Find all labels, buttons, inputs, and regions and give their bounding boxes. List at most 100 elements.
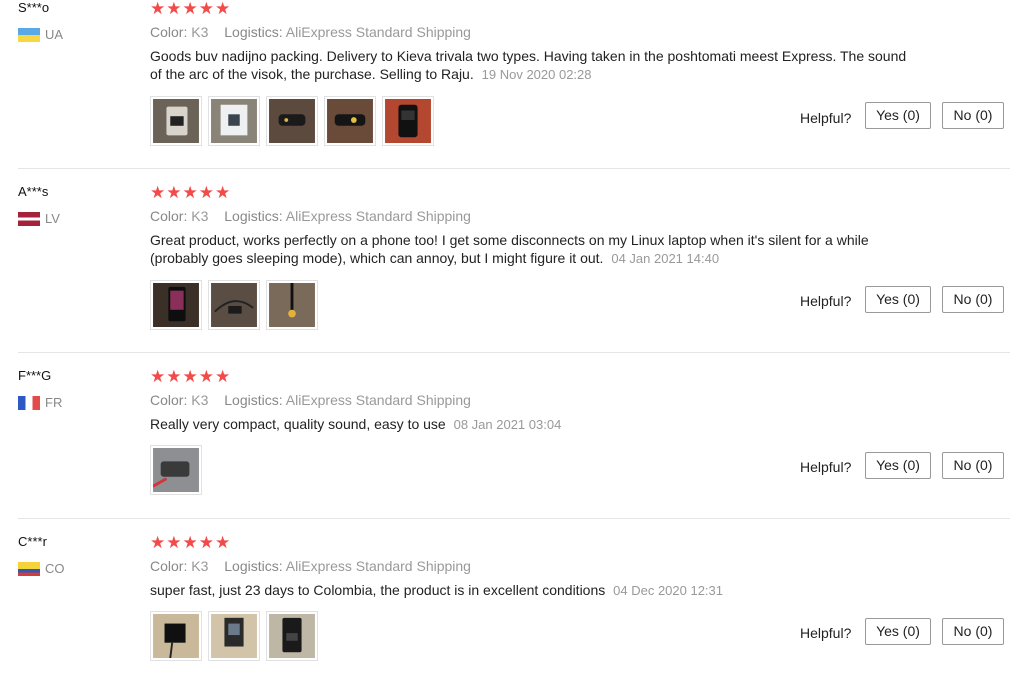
star-icon: ★ [198, 367, 214, 386]
flag-icon [18, 561, 40, 576]
color-value: K3 [191, 392, 209, 408]
review-photos [150, 280, 318, 330]
star-icon: ★ [166, 183, 182, 202]
star-icon: ★ [182, 533, 198, 552]
star-rating: ★ ★ ★ ★ ★ [150, 534, 910, 552]
star-icon: ★ [150, 367, 166, 386]
logistics-key: Logistics: [224, 208, 283, 224]
star-icon: ★ [166, 367, 182, 386]
reviewer-name: S***o [18, 0, 50, 15]
review-item: C***r CO ★ ★ ★ ★ ★ Color: K3 Logistics: … [0, 534, 1017, 675]
logistics-value: AliExpress Standard Shipping [285, 208, 471, 224]
review-body: Great product, works perfectly on a phon… [150, 232, 869, 266]
review-photo[interactable] [208, 96, 260, 146]
star-rating: ★ ★ ★ ★ ★ [150, 184, 910, 202]
color-key: Color: [150, 24, 188, 40]
review-text: super fast, just 23 days to Colombia, th… [150, 581, 910, 600]
helpful-no-button[interactable]: No (0) [942, 618, 1004, 645]
star-icon: ★ [182, 0, 198, 18]
review-photo[interactable] [150, 445, 202, 495]
star-rating: ★ ★ ★ ★ ★ [150, 368, 910, 386]
star-icon: ★ [150, 0, 166, 18]
star-icon: ★ [182, 367, 198, 386]
helpful-label: Helpful? [800, 459, 852, 475]
logistics-value: AliExpress Standard Shipping [285, 392, 471, 408]
reviewer-country: FR [18, 395, 62, 410]
helpful-no-button[interactable]: No (0) [942, 102, 1004, 129]
flag-icon [18, 395, 40, 410]
review-content: ★ ★ ★ ★ ★ Color: K3 Logistics: AliExpres… [150, 534, 910, 600]
review-date: 04 Dec 2020 12:31 [613, 583, 724, 598]
review-photos [150, 445, 202, 495]
helpful-label: Helpful? [800, 293, 852, 309]
review-meta: Color: K3 Logistics: AliExpress Standard… [150, 392, 910, 408]
logistics-value: AliExpress Standard Shipping [285, 24, 471, 40]
flag-icon [18, 27, 40, 42]
review-meta: Color: K3 Logistics: AliExpress Standard… [150, 558, 910, 574]
star-icon: ★ [198, 533, 214, 552]
color-key: Color: [150, 208, 188, 224]
review-photo[interactable] [324, 96, 376, 146]
review-photo[interactable] [150, 280, 202, 330]
star-icon: ★ [215, 367, 231, 386]
review-body: Really very compact, quality sound, easy… [150, 416, 446, 432]
star-icon: ★ [150, 183, 166, 202]
helpful-no-button[interactable]: No (0) [942, 286, 1004, 313]
review-date: 19 Nov 2020 02:28 [481, 67, 592, 82]
review-divider [18, 352, 1010, 353]
star-rating: ★ ★ ★ ★ ★ [150, 0, 910, 18]
logistics-value: AliExpress Standard Shipping [285, 558, 471, 574]
review-item: F***G FR ★ ★ ★ ★ ★ Color: K3 Logistics: … [0, 368, 1017, 519]
reviewer-name: F***G [18, 368, 52, 383]
color-value: K3 [191, 24, 209, 40]
review-photo[interactable] [266, 96, 318, 146]
logistics-key: Logistics: [224, 558, 283, 574]
helpful-yes-button[interactable]: Yes (0) [865, 286, 931, 313]
country-code: FR [45, 395, 63, 410]
review-photo[interactable] [208, 280, 260, 330]
review-divider [18, 168, 1010, 169]
review-text: Goods buv nadijno packing. Delivery to K… [150, 47, 910, 84]
logistics-key: Logistics: [224, 392, 283, 408]
review-photo[interactable] [266, 611, 318, 661]
star-icon: ★ [182, 183, 198, 202]
helpful-yes-button[interactable]: Yes (0) [865, 102, 931, 129]
star-icon: ★ [215, 533, 231, 552]
helpful-yes-button[interactable]: Yes (0) [865, 452, 931, 479]
star-icon: ★ [166, 0, 182, 18]
review-photos [150, 611, 318, 661]
helpful-yes-button[interactable]: Yes (0) [865, 618, 931, 645]
helpful-no-button[interactable]: No (0) [942, 452, 1004, 479]
review-text: Great product, works perfectly on a phon… [150, 231, 910, 268]
star-icon: ★ [150, 533, 166, 552]
color-value: K3 [191, 208, 209, 224]
review-photo[interactable] [150, 611, 202, 661]
reviewer-name: C***r [18, 534, 47, 549]
country-code: UA [45, 27, 64, 42]
reviewer-country: LV [18, 211, 60, 226]
review-divider [18, 518, 1010, 519]
star-icon: ★ [215, 183, 231, 202]
helpful-label: Helpful? [800, 625, 852, 641]
review-date: 04 Jan 2021 14:40 [611, 251, 720, 266]
flag-icon [18, 211, 40, 226]
review-date: 08 Jan 2021 03:04 [453, 417, 562, 432]
review-photo[interactable] [208, 611, 260, 661]
star-icon: ★ [198, 0, 214, 18]
review-content: ★ ★ ★ ★ ★ Color: K3 Logistics: AliExpres… [150, 0, 910, 84]
review-item: S***o UA ★ ★ ★ ★ ★ Color: K3 Logistics: … [0, 0, 1017, 169]
review-photo[interactable] [150, 96, 202, 146]
review-item: A***s LV ★ ★ ★ ★ ★ Color: K3 Logistics: … [0, 184, 1017, 353]
country-code: CO [45, 561, 65, 576]
star-icon: ★ [198, 183, 214, 202]
country-code: LV [45, 211, 60, 226]
logistics-key: Logistics: [224, 24, 283, 40]
review-text: Really very compact, quality sound, easy… [150, 415, 910, 434]
star-icon: ★ [215, 0, 231, 18]
reviewer-name: A***s [18, 184, 49, 199]
reviewer-country: CO [18, 561, 65, 576]
reviewer-country: UA [18, 27, 63, 42]
review-photo[interactable] [382, 96, 434, 146]
review-photo[interactable] [266, 280, 318, 330]
review-body: super fast, just 23 days to Colombia, th… [150, 582, 606, 598]
